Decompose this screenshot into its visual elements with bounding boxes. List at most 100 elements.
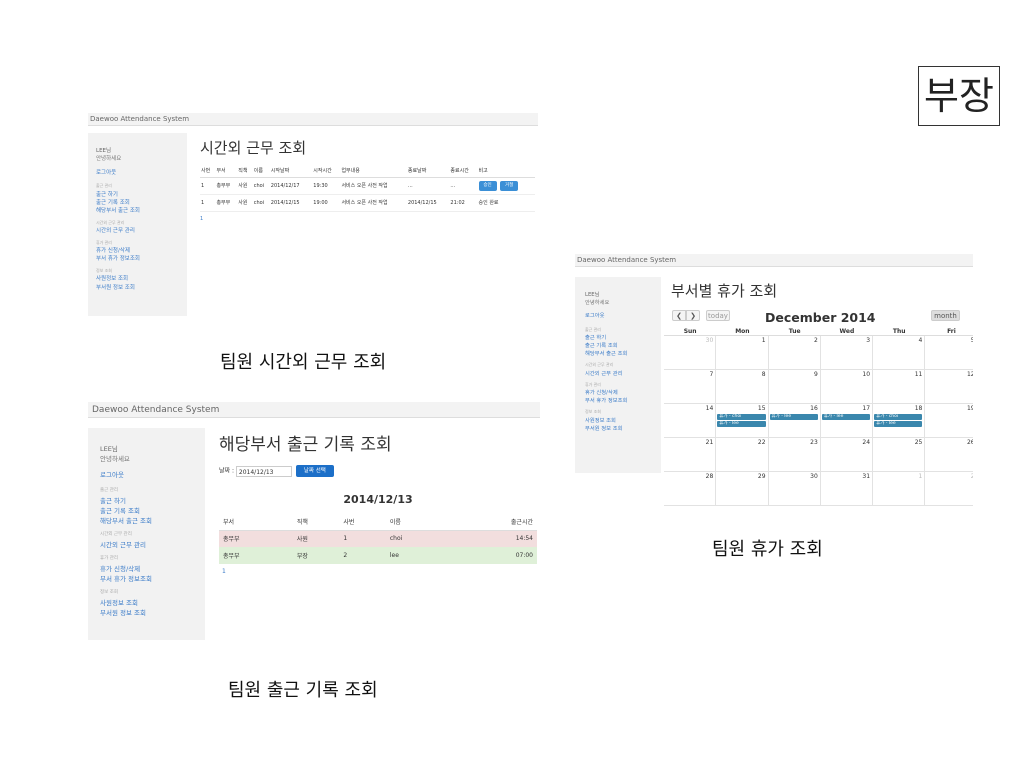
calendar-weekday-label: Mon <box>716 328 769 336</box>
app-title[interactable]: Daewoo Attendance System <box>90 115 189 123</box>
calendar-day-cell[interactable]: 23 <box>768 438 821 472</box>
sidebar-item-dept-vacation[interactable]: 부서 휴가 정보조회 <box>585 397 661 405</box>
sidebar-item-dept-member-info[interactable]: 부서원 정보 조회 <box>96 284 187 292</box>
calendar-day-cell[interactable]: 25 <box>873 438 926 472</box>
sidebar-item-dept-attendance[interactable]: 해당부서 출근 조회 <box>585 350 661 358</box>
calendar-day-cell[interactable]: 15 휴가 - choi 휴가 - lee <box>716 404 769 438</box>
calendar-event[interactable]: 휴가 - choi <box>717 414 766 420</box>
calendar-day-cell[interactable]: 1 <box>716 336 769 370</box>
app-title[interactable]: Daewoo Attendance System <box>92 405 219 415</box>
sidebar-item-attendance-log[interactable]: 출근 기록 조회 <box>100 506 205 516</box>
calendar-day-cell[interactable]: 30 <box>768 472 821 506</box>
calendar-day-cell[interactable]: 11 <box>873 370 926 404</box>
calendar-day-cell[interactable]: 8 <box>716 370 769 404</box>
sidebar-item-employee-info[interactable]: 사원정보 조회 <box>585 417 661 425</box>
calendar-today-button[interactable]: today <box>706 310 730 321</box>
sidebar-item-dept-vacation[interactable]: 부서 휴가 정보조회 <box>100 574 205 584</box>
logout-link[interactable]: 로그아웃 <box>585 312 661 320</box>
calendar-day-cell[interactable]: 1 <box>873 472 926 506</box>
calendar-day-cell[interactable]: 4 <box>873 336 926 370</box>
calendar-day-cell[interactable]: 31 <box>820 472 874 506</box>
calendar-day-cell[interactable]: 7 <box>664 370 717 404</box>
logout-link[interactable]: 로그아웃 <box>96 169 187 177</box>
calendar-day-cell[interactable]: 19 <box>925 404 973 438</box>
select-date-button[interactable]: 날짜 선택 <box>295 465 334 477</box>
pagination-link[interactable]: 1 <box>200 216 203 222</box>
calendar-day-cell[interactable]: 29 <box>716 472 769 506</box>
calendar-day-cell[interactable]: 14 <box>664 404 717 438</box>
calendar-day-cell[interactable]: 5 <box>925 336 973 370</box>
calendar-day-cell[interactable]: 17 휴가 - lee <box>820 404 874 438</box>
column-header: 종료날짜 <box>407 168 427 175</box>
table-cell: 19:30 <box>313 182 328 189</box>
date-filter: 날짜 : 2014/12/13 날짜 선택 <box>219 465 334 477</box>
sidebar-item-checkin[interactable]: 출근 하기 <box>96 191 187 199</box>
sidebar-item-overtime[interactable]: 시간외 근무 관리 <box>96 227 187 235</box>
sidebar-item-dept-attendance[interactable]: 해당부서 출근 조회 <box>96 207 187 215</box>
calendar-event[interactable]: 휴가 - lee <box>717 421 766 427</box>
calendar-day-cell[interactable]: 16 휴가 - lee <box>768 404 821 438</box>
calendar-day-cell[interactable]: 21 <box>664 438 717 472</box>
calendar-day-cell[interactable]: 22 <box>716 438 769 472</box>
calendar-day-number: 30 <box>810 473 818 480</box>
sidebar-item-attendance-log[interactable]: 출근 기록 조회 <box>96 199 187 207</box>
sidebar-item-vacation-request[interactable]: 휴가 신청/삭제 <box>96 247 187 255</box>
calendar-event[interactable]: 휴가 - lee <box>769 414 818 420</box>
overtime-screenshot: Daewoo Attendance System LEE님 안녕하세요 로그아웃… <box>88 113 538 318</box>
sidebar-item-overtime[interactable]: 시간외 근무 관리 <box>585 370 661 378</box>
calendar-event[interactable]: 휴가 - choi <box>874 414 923 420</box>
sidebar-item-dept-vacation[interactable]: 부서 휴가 정보조회 <box>96 255 187 263</box>
sidebar-item-checkin[interactable]: 출근 하기 <box>585 334 661 342</box>
table-cell: lee <box>389 552 399 559</box>
table-cell: choi <box>253 182 265 189</box>
calendar-day-cell[interactable]: 30 <box>664 336 717 370</box>
calendar-day-cell[interactable]: 12 <box>925 370 973 404</box>
column-header: 비고 <box>478 168 488 175</box>
table-cell: ... <box>450 182 456 189</box>
logout-link[interactable]: 로그아웃 <box>100 470 205 480</box>
approve-button[interactable]: 승인 <box>478 180 497 191</box>
calendar-week-row: 28293031123 <box>664 472 973 506</box>
sidebar-item-employee-info[interactable]: 사원정보 조회 <box>96 275 187 283</box>
date-input[interactable]: 2014/12/13 <box>235 465 292 477</box>
column-header: 부서 <box>216 168 226 175</box>
sidebar-item-checkin[interactable]: 출근 하기 <box>100 496 205 506</box>
calendar-event[interactable]: 휴가 - lee <box>874 421 923 427</box>
sidebar-item-vacation-request[interactable]: 휴가 신청/삭제 <box>585 389 661 397</box>
calendar-month-view-button[interactable]: month <box>931 310 960 321</box>
calendar-day-cell[interactable]: 24 <box>820 438 874 472</box>
calendar-day-cell[interactable]: 18 휴가 - choi 휴가 - lee <box>873 404 926 438</box>
chevron-left-icon: ❮ <box>676 312 682 320</box>
column-header: 사번 <box>343 519 355 527</box>
calendar-month-label: December 2014 <box>765 310 876 325</box>
column-header: 이름 <box>389 519 401 527</box>
calendar-day-number: 5 <box>970 337 973 344</box>
calendar-next-button[interactable]: ❯ <box>686 310 700 321</box>
calendar-day-cell[interactable]: 2 <box>925 472 973 506</box>
sidebar-item-overtime[interactable]: 시간외 근무 관리 <box>100 540 205 550</box>
calendar-day-cell[interactable]: 3 <box>820 336 874 370</box>
pagination-link[interactable]: 1 <box>222 568 226 575</box>
sidebar-item-dept-member-info[interactable]: 부서원 정보 조회 <box>585 425 661 433</box>
calendar-day-cell[interactable]: 10 <box>820 370 874 404</box>
calendar-week-row: 30123456 <box>664 336 973 370</box>
calendar-prev-button[interactable]: ❮ <box>672 310 686 321</box>
calendar-event[interactable]: 휴가 - lee <box>821 414 871 420</box>
sidebar-item-dept-member-info[interactable]: 부서원 정보 조회 <box>100 608 205 618</box>
calendar-day-cell[interactable]: 2 <box>768 336 821 370</box>
sidebar-item-vacation-request[interactable]: 휴가 신청/삭제 <box>100 564 205 574</box>
app-title[interactable]: Daewoo Attendance System <box>577 256 676 264</box>
calendar-day-number: 30 <box>705 337 714 344</box>
sidebar-item-dept-attendance[interactable]: 해당부서 출근 조회 <box>100 516 205 526</box>
reject-button[interactable]: 거절 <box>500 180 519 191</box>
overtime-table: 사번 부서 직책 이름 시작날짜 시작시간 업무내용 종료날짜 종료시간 비고 … <box>200 165 535 212</box>
column-header: 시작날짜 <box>270 168 290 175</box>
sidebar-item-attendance-log[interactable]: 출근 기록 조회 <box>585 342 661 350</box>
calendar-day-number: 28 <box>705 473 714 480</box>
sidebar-item-employee-info[interactable]: 사원정보 조회 <box>100 598 205 608</box>
calendar-day-number: 1 <box>761 337 766 344</box>
calendar-day-cell[interactable]: 28 <box>664 472 717 506</box>
calendar-day-cell[interactable]: 9 <box>768 370 821 404</box>
table-cell: 2014/12/17 <box>270 182 300 189</box>
calendar-day-cell[interactable]: 26 <box>925 438 973 472</box>
